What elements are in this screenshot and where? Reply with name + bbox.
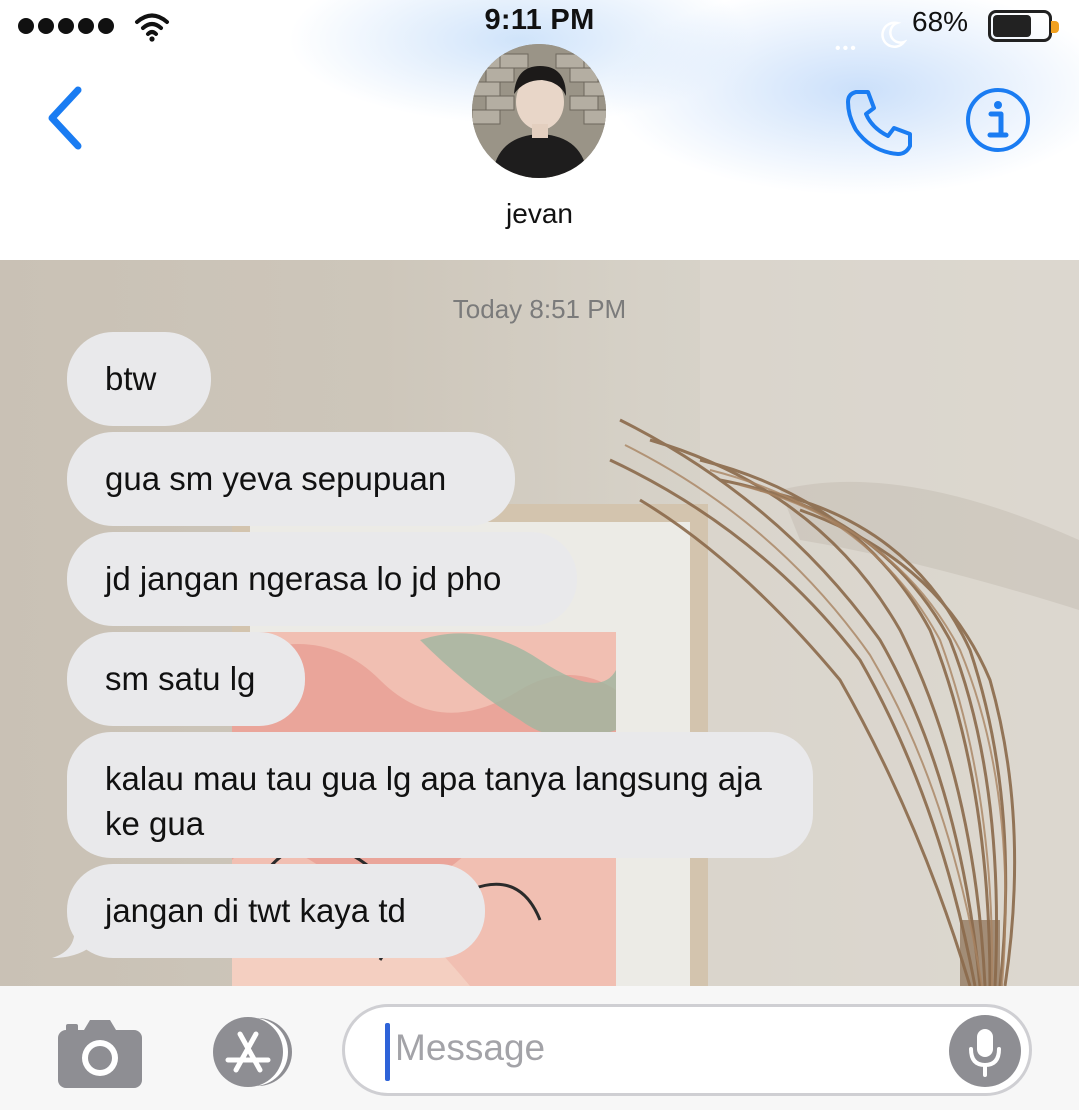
message-bubble[interactable]: jangan di twt kaya td <box>67 864 485 958</box>
message-input-bar: Message <box>0 986 1079 1110</box>
info-icon <box>966 88 1030 152</box>
app-store-icon <box>213 1017 292 1087</box>
camera-icon <box>58 1020 142 1088</box>
message-bubble[interactable]: jd jangan ngerasa lo jd pho <box>67 532 577 626</box>
info-button[interactable] <box>964 86 1032 154</box>
battery-percentage: 68% <box>912 6 969 37</box>
conversation-header: 9:11 PM ••• 68% jevan <box>0 0 1079 260</box>
message-bubble-tail <box>52 924 92 958</box>
phone-call-button[interactable] <box>842 86 918 158</box>
battery-tip <box>1051 21 1059 33</box>
contact-avatar[interactable] <box>472 44 606 178</box>
back-button[interactable] <box>40 82 92 154</box>
text-cursor <box>385 1023 390 1081</box>
message-bubble[interactable]: gua sm yeva sepupuan <box>67 432 515 526</box>
avatar-photo <box>472 44 606 178</box>
contact-name[interactable]: jevan <box>0 198 1079 230</box>
camera-button[interactable] <box>58 1018 142 1088</box>
microphone-button[interactable] <box>949 1015 1021 1087</box>
app-store-button[interactable] <box>198 1016 298 1088</box>
message-input[interactable]: Message <box>342 1004 1032 1096</box>
message-placeholder: Message <box>395 1027 546 1068</box>
message-bubble[interactable]: kalau mau tau gua lg apa tanya langsung … <box>67 732 813 858</box>
battery-fill <box>993 15 1031 37</box>
do-not-disturb-moon-icon <box>881 21 907 48</box>
more-dots-icon: ••• <box>835 40 858 57</box>
message-timestamp: Today 8:51 PM <box>452 294 627 324</box>
message-bubble[interactable]: btw <box>67 332 211 426</box>
chevron-left-icon <box>48 86 82 150</box>
message-bubble[interactable]: sm satu lg <box>67 632 305 726</box>
phone-icon <box>846 90 912 156</box>
microphone-icon <box>969 1029 1001 1077</box>
battery-icon <box>988 10 1059 42</box>
message-thread[interactable]: Today 8:51 PM btw gua sm yeva sepupuan j… <box>0 260 1079 986</box>
